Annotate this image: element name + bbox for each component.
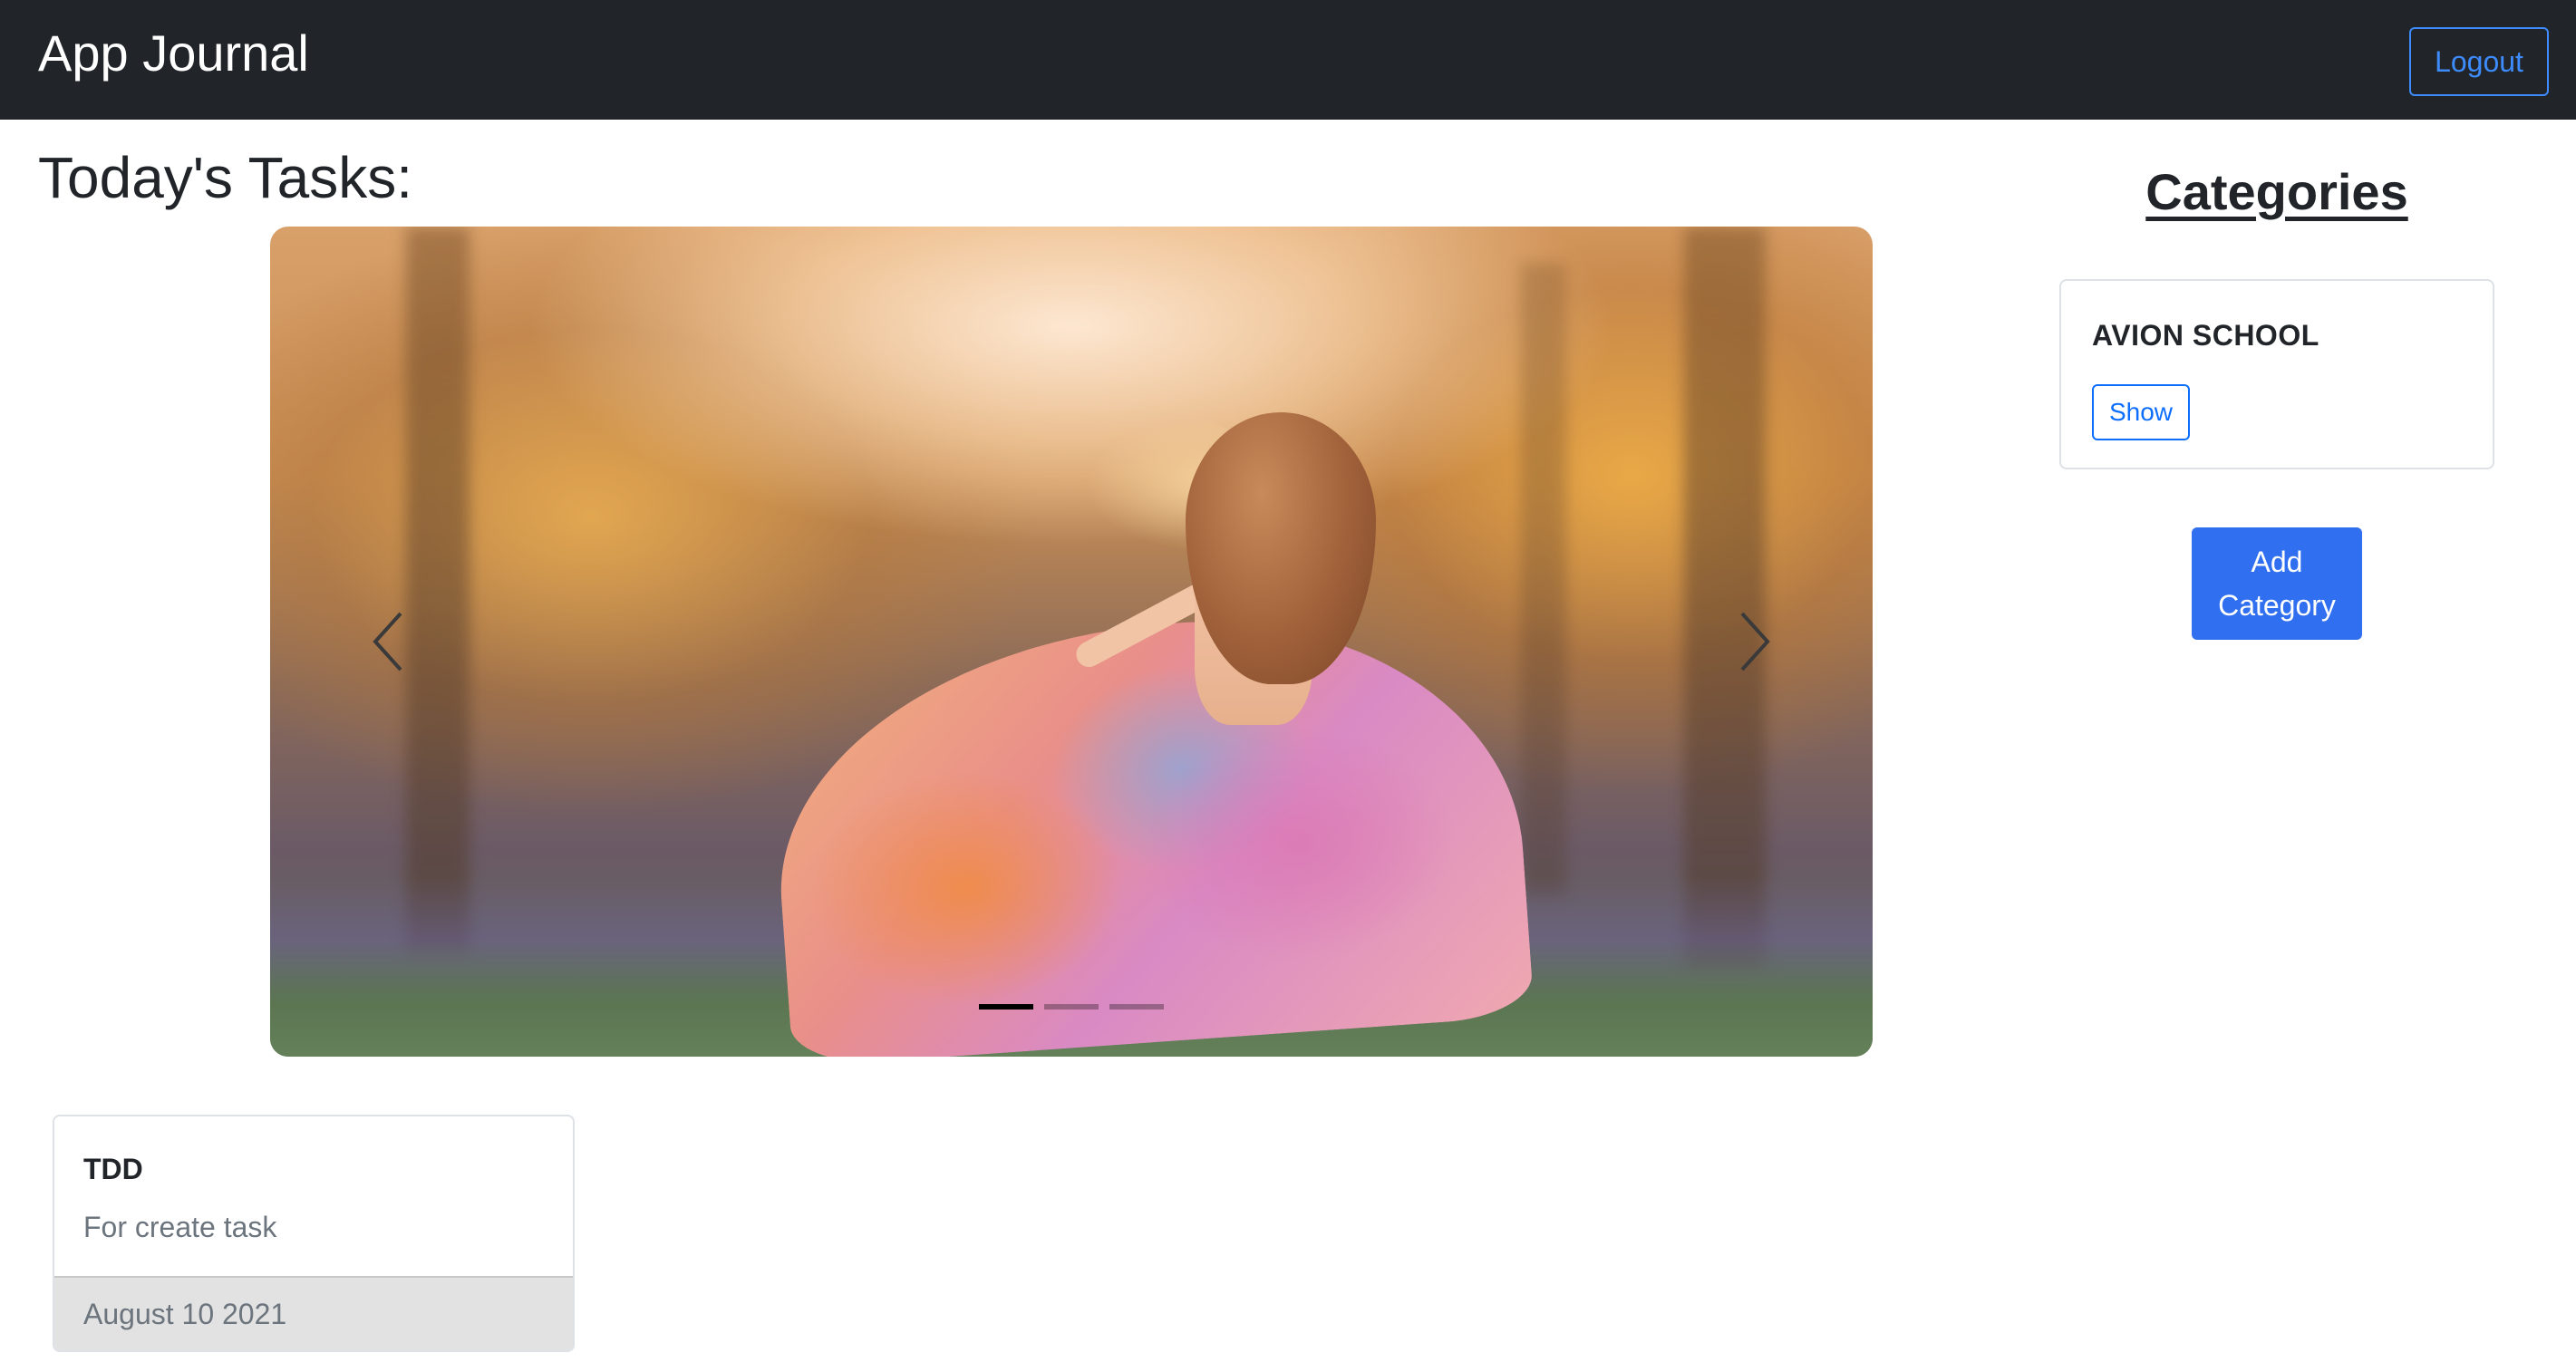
- carousel-indicators: [979, 1004, 1164, 1010]
- carousel-indicator-2[interactable]: [1044, 1004, 1099, 1010]
- carousel-prev-button[interactable]: [343, 596, 433, 687]
- chevron-right-icon: [1740, 612, 1770, 672]
- task-title: TDD: [83, 1153, 143, 1185]
- carousel-next-button[interactable]: [1709, 596, 1800, 687]
- categories-title: Categories: [2145, 163, 2408, 220]
- chevron-left-icon: [373, 612, 402, 672]
- task-date: August 10 2021: [83, 1298, 287, 1330]
- carousel-indicator-3[interactable]: [1109, 1004, 1164, 1010]
- background-tree: [1521, 263, 1566, 897]
- show-category-button[interactable]: Show: [2092, 384, 2190, 440]
- hair-shape: [1186, 412, 1376, 684]
- image-carousel: [270, 227, 1873, 1057]
- dress-shape: [763, 599, 1535, 1057]
- task-card[interactable]: TDD For create task August 10 2021: [53, 1115, 575, 1352]
- navbar: App Journal Logout: [0, 0, 2576, 120]
- add-category-button[interactable]: Add Category: [2192, 527, 2362, 640]
- background-tree: [406, 227, 470, 952]
- category-name: AVION SCHOOL: [2092, 319, 2319, 352]
- logout-button[interactable]: Logout: [2409, 27, 2549, 96]
- category-card: AVION SCHOOL Show: [2059, 279, 2494, 469]
- carousel-indicator-1[interactable]: [979, 1004, 1033, 1010]
- brand-title[interactable]: App Journal: [38, 22, 309, 85]
- page-title: Today's Tasks:: [38, 145, 412, 210]
- task-card-body: TDD For create task: [54, 1116, 573, 1276]
- task-card-footer: August 10 2021: [54, 1276, 573, 1350]
- task-description: For create task: [83, 1211, 277, 1243]
